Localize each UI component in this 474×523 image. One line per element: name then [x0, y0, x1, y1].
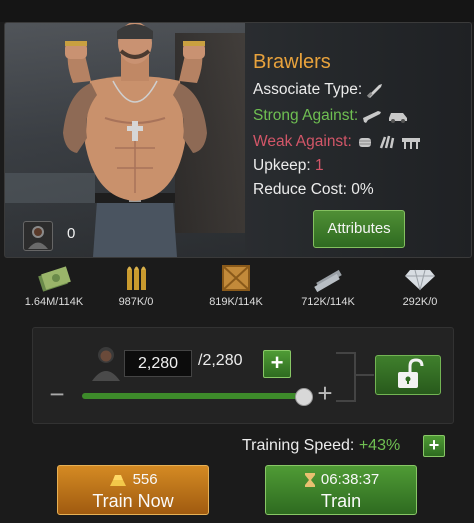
training-speed: Training Speed: +43% [242, 437, 400, 455]
hourglass-icon [304, 473, 315, 488]
unit-portrait-icon [92, 347, 120, 381]
barricade-icon [401, 137, 420, 149]
training-speed-plus-button[interactable]: + [423, 435, 445, 457]
top-strip [0, 0, 474, 22]
train-button[interactable]: 06:38:37 Train [265, 465, 417, 515]
resource-value: 819K/114K [209, 296, 263, 308]
quantity-max: /2,280 [198, 352, 243, 369]
resource-crate: 819K/114K [196, 262, 276, 308]
associate-type-row: Associate Type: [253, 81, 384, 99]
associate-type-label: Associate Type: [253, 81, 363, 98]
unit-name: Brawlers [253, 51, 331, 73]
resource-costs: 1.64M/114K 987K/0 819K/114K 712K/114K 29… [0, 262, 474, 322]
slider-fill [82, 393, 304, 399]
train-time: 06:38:37 [320, 471, 380, 488]
rifle-icon [363, 110, 382, 123]
resource-metal: 712K/114K [288, 262, 368, 308]
unlock-button[interactable] [375, 355, 441, 395]
fist-icon [359, 137, 372, 147]
train-label: Train [320, 491, 362, 511]
crate-icon [222, 265, 250, 291]
weak-against-label: Weak Against: [253, 133, 352, 150]
upkeep-row: Upkeep: 1 [253, 157, 324, 175]
attributes-button[interactable]: Attributes [313, 210, 405, 248]
associate-count: 0 [67, 225, 76, 242]
weak-against-row: Weak Against: [253, 133, 421, 151]
training-speed-label: Training Speed: [242, 437, 355, 454]
associate-avatar[interactable] [23, 221, 53, 251]
strong-against-row: Strong Against: [253, 107, 409, 125]
resource-diamond: 292K/0 [380, 262, 460, 308]
resource-value: 712K/114K [301, 296, 355, 308]
diamond-icon [405, 269, 435, 291]
slider-decrease-button[interactable]: − [45, 381, 69, 407]
train-now-cost: 556 [132, 471, 158, 488]
metal-bars-icon [314, 269, 342, 292]
bracket-link [354, 374, 374, 376]
strong-against-label: Strong Against: [253, 107, 359, 124]
cash-icon [38, 266, 71, 292]
unit-card: 0 Brawlers Associate Type: Strong Agains… [4, 22, 472, 258]
training-speed-value: +43% [358, 437, 401, 454]
train-now-label: Train Now [92, 491, 174, 511]
quantity-input[interactable]: 2,280 [124, 350, 192, 377]
padlock-open-icon [398, 358, 424, 388]
slider-increase-button[interactable]: + [314, 380, 336, 406]
train-now-button[interactable]: 556 Train Now [57, 465, 209, 515]
bracket-connector [336, 352, 356, 402]
claw-icon [380, 135, 395, 149]
associate-icon [28, 226, 48, 249]
brawler-portrait [63, 23, 207, 257]
bullets-icon [127, 266, 146, 290]
reduce-cost-row: Reduce Cost: 0% [253, 181, 374, 199]
resource-bullets: 987K/0 [96, 262, 176, 308]
slider-thumb[interactable] [295, 388, 313, 406]
resource-value: 292K/0 [402, 296, 438, 308]
knife-icon [367, 83, 383, 98]
reduce-cost-label: Reduce Cost: [253, 181, 347, 198]
train-now-cost-row: 556 [58, 470, 208, 490]
resource-cash: 1.64M/114K [14, 262, 94, 308]
train-time-row: 06:38:37 [266, 470, 416, 490]
reduce-cost-value: 0% [351, 181, 374, 198]
car-icon [388, 112, 407, 123]
resource-value: 1.64M/114K [24, 296, 84, 308]
upkeep-value: 1 [315, 157, 324, 174]
quantity-slider[interactable] [82, 393, 304, 399]
gold-bars-icon [110, 475, 127, 487]
quantity-increase-button[interactable]: + [263, 350, 291, 378]
upkeep-label: Upkeep: [253, 157, 311, 174]
resource-value: 987K/0 [118, 296, 154, 308]
